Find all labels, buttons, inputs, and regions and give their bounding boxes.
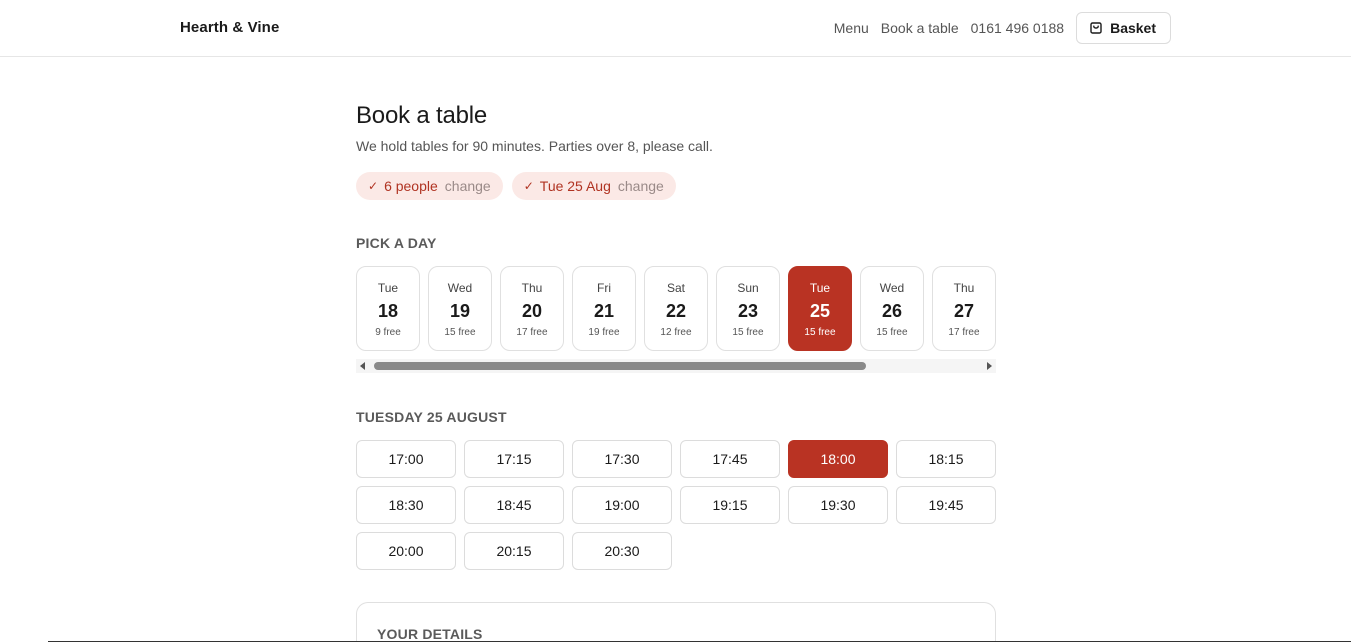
selected-date-label: TUESDAY 25 AUGUST: [356, 409, 507, 425]
day-availability: 19 free: [588, 327, 620, 338]
time-slot[interactable]: 20:00: [356, 532, 456, 570]
scrollbar-thumb[interactable]: [374, 362, 866, 370]
day-number: 18: [377, 301, 399, 321]
day-availability: 9 free: [375, 327, 401, 338]
time-slot[interactable]: 18:30: [356, 486, 456, 524]
page-title: Book a table: [356, 102, 488, 129]
arrow-right-icon[interactable]: [987, 362, 992, 370]
day-of-week: Thu: [521, 281, 543, 295]
day-number: 23: [737, 301, 759, 321]
day-option-selected[interactable]: Tue 25 15 free: [788, 266, 852, 351]
arrow-left-icon[interactable]: [360, 362, 365, 370]
time-slot[interactable]: 18:15: [896, 440, 996, 478]
time-slot[interactable]: 19:30: [788, 486, 888, 524]
day-picker-scrollbar[interactable]: [356, 359, 996, 373]
nav-menu-link[interactable]: Menu: [834, 20, 869, 36]
site-header: Hearth & Vine Menu Book a table 0161 496…: [0, 0, 1351, 57]
day-option[interactable]: Thu 20 17 free: [500, 266, 564, 351]
date-chip[interactable]: ✓ Tue 25 Aug change: [511, 172, 676, 200]
time-slot[interactable]: 17:00: [356, 440, 456, 478]
day-of-week: Thu: [953, 281, 975, 295]
brand-logo[interactable]: Hearth & Vine: [180, 19, 279, 36]
day-option[interactable]: Sun 23 15 free: [716, 266, 780, 351]
page-subtitle: We hold tables for 90 minutes. Parties o…: [356, 138, 713, 154]
party-size-value: 6 people: [384, 178, 438, 194]
basket-label: Basket: [1110, 20, 1156, 36]
day-availability: 15 free: [732, 327, 764, 338]
day-number: 26: [881, 301, 903, 321]
nav-book-link[interactable]: Book a table: [881, 20, 959, 36]
time-slot[interactable]: 17:30: [572, 440, 672, 478]
date-value: Tue 25 Aug: [539, 178, 611, 194]
day-of-week: Tue: [377, 281, 399, 295]
day-availability: 17 free: [948, 327, 980, 338]
day-of-week: Fri: [597, 281, 611, 295]
party-size-chip[interactable]: ✓ 6 people change: [356, 172, 503, 200]
check-icon: ✓: [523, 179, 534, 193]
day-number: 21: [593, 301, 615, 321]
day-availability: 15 free: [876, 327, 908, 338]
day-number: 19: [449, 301, 471, 321]
time-slot[interactable]: 19:15: [680, 486, 780, 524]
day-number: 20: [521, 301, 543, 321]
time-slot[interactable]: 20:30: [572, 532, 672, 570]
day-option[interactable]: Wed 19 15 free: [428, 266, 492, 351]
pick-day-label: PICK A DAY: [356, 235, 437, 251]
time-slot[interactable]: 20:15: [464, 532, 564, 570]
day-number: 27: [953, 301, 975, 321]
your-details-label: YOUR DETAILS: [377, 626, 483, 642]
nav-phone-link[interactable]: 0161 496 0188: [971, 20, 1064, 36]
shopping-bag-icon: [1089, 21, 1103, 35]
day-option[interactable]: Fri 21 19 free: [572, 266, 636, 351]
day-availability: 12 free: [660, 327, 692, 338]
day-option[interactable]: Thu 27 17 free: [932, 266, 996, 351]
day-availability: 17 free: [516, 327, 548, 338]
main-nav: Menu Book a table 0161 496 0188 Basket: [834, 12, 1171, 44]
party-size-change-link[interactable]: change: [445, 178, 491, 194]
time-slot-selected[interactable]: 18:00: [788, 440, 888, 478]
day-number: 22: [665, 301, 687, 321]
day-of-week: Wed: [879, 281, 905, 295]
time-slot[interactable]: 19:45: [896, 486, 996, 524]
time-slot[interactable]: 18:45: [464, 486, 564, 524]
day-availability: 15 free: [804, 327, 836, 338]
day-option[interactable]: Sat 22 12 free: [644, 266, 708, 351]
day-availability: 15 free: [444, 327, 476, 338]
check-icon: ✓: [368, 179, 379, 193]
booking-main: Book a table We hold tables for 90 minut…: [356, 100, 996, 642]
day-number: 25: [809, 301, 831, 321]
time-slot[interactable]: 17:45: [680, 440, 780, 478]
day-option[interactable]: Wed 26 15 free: [860, 266, 924, 351]
day-option[interactable]: Tue 18 9 free: [356, 266, 420, 351]
selection-chips: ✓ 6 people change ✓ Tue 25 Aug change: [356, 172, 996, 200]
date-change-link[interactable]: change: [618, 178, 664, 194]
time-slot[interactable]: 19:00: [572, 486, 672, 524]
your-details-panel: YOUR DETAILS: [356, 602, 996, 642]
day-of-week: Wed: [447, 281, 473, 295]
day-of-week: Tue: [809, 281, 831, 295]
day-of-week: Sun: [737, 281, 759, 295]
day-of-week: Sat: [666, 281, 685, 295]
time-slot[interactable]: 17:15: [464, 440, 564, 478]
basket-button[interactable]: Basket: [1076, 12, 1171, 44]
time-slot-grid: 17:00 17:15 17:30 17:45 18:00 18:15 18:3…: [356, 440, 996, 570]
day-picker: Tue 18 9 free Wed 19 15 free Thu 20 17 f…: [356, 266, 996, 351]
